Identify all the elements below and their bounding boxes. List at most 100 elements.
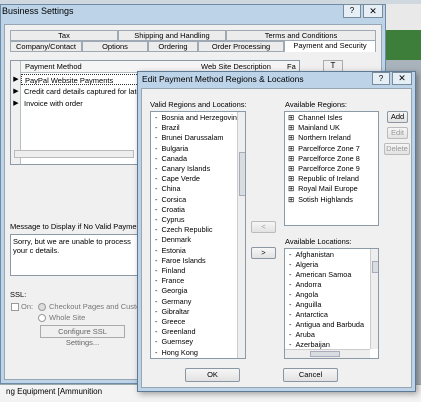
tree-line-icon: - — [155, 215, 158, 224]
available-regions-list[interactable]: ⊞ Channel Isles ⊞ Mainland UK ⊞ Northern Irel… — [284, 111, 379, 226]
ssl-checkout-radio[interactable] — [38, 303, 46, 311]
list-item[interactable]: - Germany — [155, 297, 191, 307]
list-item-label: Sotish Highlands — [298, 194, 353, 204]
list-item-label: Brunei Darussalam — [161, 133, 224, 143]
list-item[interactable]: - Andorra — [289, 280, 321, 290]
list-item[interactable]: - Afghanistan — [289, 250, 334, 260]
list-item[interactable]: - Cape Verde — [155, 174, 200, 184]
list-item[interactable]: - Czech Republic — [155, 225, 213, 235]
scrollbar-thumb[interactable] — [372, 261, 378, 273]
list-item[interactable]: - Corsica — [155, 195, 186, 205]
configure-ssl-button[interactable]: Configure SSL Settings... — [40, 325, 125, 347]
add-button[interactable]: Add — [387, 111, 408, 123]
list-item[interactable]: ⊞ Royal Mail Europe — [288, 184, 358, 194]
close-icon[interactable]: ✕ — [392, 72, 412, 85]
list-item[interactable]: - Antarctica — [289, 310, 328, 320]
grid-horizontal-scrollbar[interactable] — [14, 150, 134, 158]
list-item[interactable]: ⊞ Northern Ireland — [288, 133, 351, 143]
list-item[interactable]: - Gibraltar — [155, 307, 189, 317]
close-icon[interactable]: ✕ — [363, 4, 383, 18]
list-item[interactable]: ⊞ Republic of Ireland — [288, 174, 359, 184]
delete-button[interactable]: Delete — [384, 143, 410, 155]
list-item[interactable]: ⊞ Mainland UK — [288, 123, 340, 133]
tree-line-icon: - — [155, 164, 158, 173]
tree-line-icon: - — [155, 113, 158, 122]
list-item[interactable]: - Bosnia and Herzegovin — [155, 113, 237, 123]
list-item[interactable]: - Croatia — [155, 205, 185, 215]
background-green-panel — [384, 30, 421, 60]
list-item-label: Antarctica — [295, 310, 328, 319]
list-item[interactable]: - Georgia — [155, 286, 187, 296]
ssl-whole-site-radio[interactable] — [38, 314, 46, 322]
edit-button[interactable]: Edit — [387, 127, 408, 139]
horizontal-scrollbar[interactable] — [285, 349, 370, 358]
list-item[interactable]: - Guernsey — [155, 337, 193, 347]
tab-order-processing[interactable]: Order Processing — [198, 41, 284, 52]
list-item-label: Finland — [161, 266, 186, 275]
column-header-payment-method[interactable]: Payment Method — [21, 61, 156, 73]
list-item[interactable]: ⊞ Parcelforce Zone 9 — [288, 164, 360, 174]
list-item[interactable]: - Azerbaijan — [289, 340, 330, 350]
list-item-label: Channel Isles — [298, 113, 343, 122]
list-item[interactable]: - Brunei Darussalam — [155, 133, 224, 143]
cancel-button[interactable]: Cancel — [283, 368, 338, 382]
list-item[interactable]: - Faroe Islands — [155, 256, 206, 266]
tab-options[interactable]: Options — [82, 41, 148, 52]
list-item[interactable]: - Algeria — [289, 260, 318, 270]
list-item[interactable]: ⊞ Channel Isles — [288, 113, 342, 123]
tab-payment-and-security[interactable]: Payment and Security — [284, 40, 376, 52]
list-item[interactable]: - Cyprus — [155, 215, 185, 225]
list-item-label: Croatia — [161, 204, 185, 214]
tab-company-contact[interactable]: Company/Contact — [10, 41, 82, 52]
list-item[interactable]: ⊞ Parcelforce Zone 8 — [288, 154, 360, 164]
list-item[interactable]: - Bulgaria — [155, 144, 188, 154]
list-item[interactable]: - Aruba — [289, 330, 315, 340]
list-item[interactable]: ⊞ Parcelforce Zone 7 — [288, 144, 360, 154]
list-item[interactable]: - Angola — [289, 290, 318, 300]
list-item-label: Guernsey — [161, 337, 194, 347]
tree-line-icon: - — [289, 260, 292, 269]
list-item-label: American Samoa — [295, 270, 352, 279]
list-item[interactable]: ⊞ Sotish Highlands — [288, 195, 353, 205]
message-textarea[interactable]: Sorry, but we are unable to process your… — [10, 234, 145, 276]
list-item[interactable]: - Denmark — [155, 235, 191, 245]
list-item[interactable]: - Anguilla — [289, 300, 321, 310]
list-item-label: Mainland UK — [298, 123, 340, 133]
list-item[interactable]: - Canada — [155, 154, 187, 164]
list-item[interactable]: - Greece — [155, 317, 185, 327]
list-item-label: Afghanistan — [295, 250, 334, 259]
valid-regions-list[interactable]: - Bosnia and Herzegovin - Brazil - Brunei Dar… — [150, 111, 246, 359]
tree-line-icon: - — [289, 290, 292, 299]
help-icon[interactable]: ? — [372, 72, 390, 85]
tree-line-icon: - — [155, 225, 158, 235]
move-left-button[interactable]: < — [251, 221, 276, 233]
list-item-label: Antigua and Barbuda — [295, 320, 365, 329]
list-item-label: Northern Ireland — [298, 133, 351, 143]
scrollbar-thumb[interactable] — [239, 152, 245, 196]
dialog-title: Edit Payment Method Regions & Locations — [142, 74, 304, 84]
tab-ordering[interactable]: Ordering — [148, 41, 198, 52]
tab-tax[interactable]: Tax — [10, 30, 118, 41]
scrollbar-thumb[interactable] — [310, 351, 340, 357]
list-item-label: Brazil — [161, 123, 180, 133]
available-locations-list[interactable]: - Afghanistan - Algeria - American Samoa - Ando… — [284, 248, 379, 359]
vertical-scrollbar[interactable] — [237, 112, 245, 358]
tree-line-icon: - — [155, 276, 158, 286]
help-icon[interactable]: ? — [343, 4, 361, 18]
list-item[interactable]: - China — [155, 184, 181, 194]
tab-shipping-and-handling[interactable]: Shipping and Handling — [118, 30, 226, 41]
vertical-scrollbar[interactable] — [370, 249, 378, 349]
list-item[interactable]: - Brazil — [155, 123, 180, 133]
list-item[interactable]: - Antigua and Barbuda — [289, 320, 364, 330]
ok-button[interactable]: OK — [185, 368, 240, 382]
list-item[interactable]: - American Samoa — [289, 270, 351, 280]
move-right-button[interactable]: > — [251, 247, 276, 259]
list-item[interactable]: - France — [155, 276, 184, 286]
ssl-on-checkbox[interactable] — [11, 303, 19, 311]
list-item-label: Cyprus — [161, 215, 185, 224]
list-item[interactable]: - Canary Islands — [155, 164, 210, 174]
list-item[interactable]: - Estonia — [155, 246, 186, 256]
list-item[interactable]: - Finland — [155, 266, 185, 276]
list-item[interactable]: - Greenland — [155, 327, 196, 337]
list-item[interactable]: - Hong Kong — [155, 348, 198, 358]
